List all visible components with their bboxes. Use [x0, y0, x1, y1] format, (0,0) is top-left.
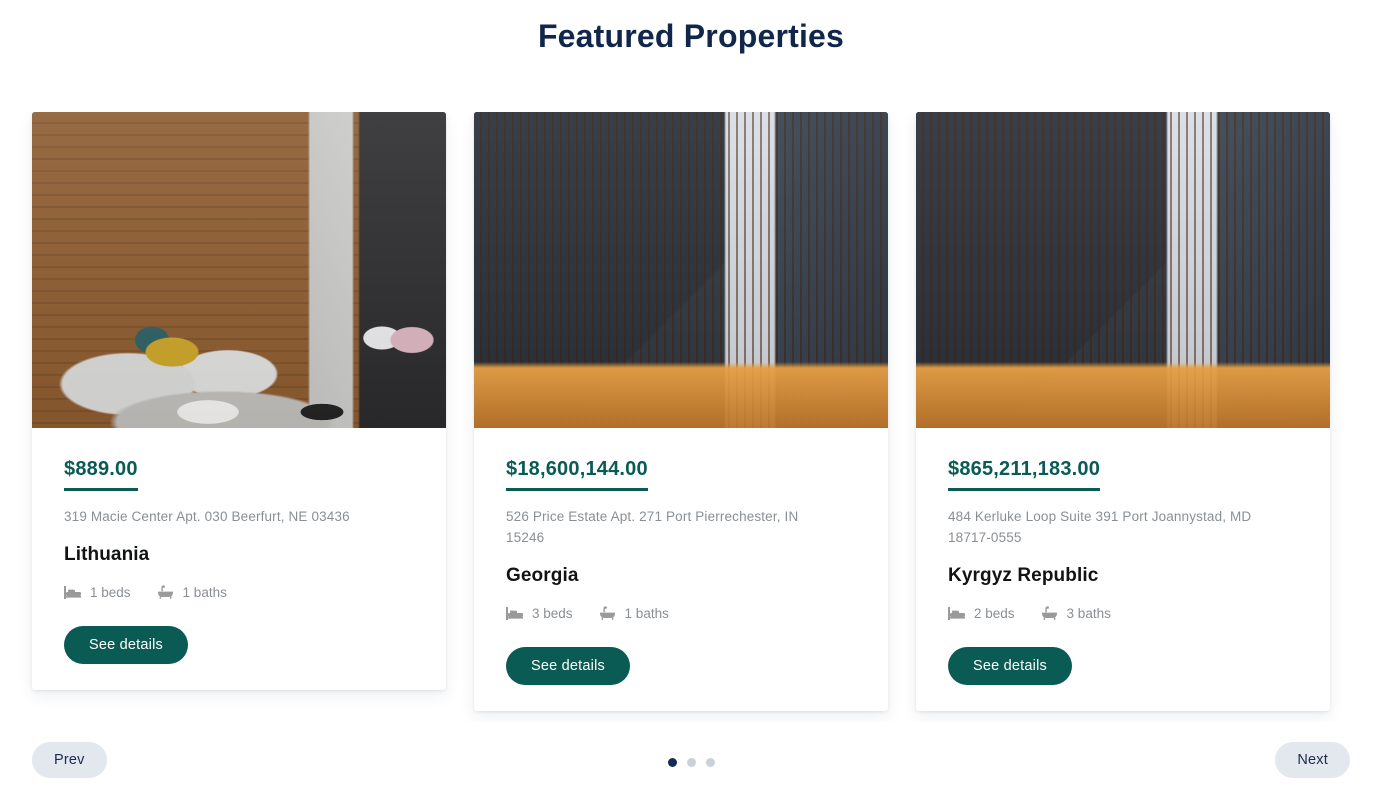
property-carousel: $889.00 319 Macie Center Apt. 030 Beerfu… [0, 112, 1382, 722]
property-address: 484 Kerluke Loop Suite 391 Port Joannyst… [948, 509, 1252, 545]
property-image [916, 112, 1330, 428]
property-photo-facade [474, 112, 888, 428]
carousel-dot-3[interactable] [705, 758, 715, 767]
baths-spec: 3 baths [1041, 606, 1111, 621]
beds-spec: 3 beds [506, 606, 573, 621]
bath-icon [599, 606, 616, 621]
property-card[interactable]: $865,211,183.00 484 Kerluke Loop Suite 3… [916, 112, 1330, 711]
beds-label: 1 beds [90, 584, 131, 600]
property-image [32, 112, 446, 428]
property-specs: 3 beds 1 baths [506, 606, 856, 621]
baths-spec: 1 baths [599, 606, 669, 621]
property-photo-interior [32, 112, 446, 428]
property-price: $889.00 [64, 458, 138, 491]
page-title: Featured Properties [537, 18, 845, 54]
beds-spec: 1 beds [64, 585, 131, 600]
property-specs: 2 beds 3 baths [948, 606, 1298, 621]
bed-icon [64, 585, 81, 599]
see-details-button[interactable]: See details [506, 646, 630, 685]
property-address: 526 Price Estate Apt. 271 Port Pierreche… [506, 509, 799, 545]
baths-spec: 1 baths [157, 585, 227, 600]
see-details-button[interactable]: See details [948, 646, 1072, 685]
baths-label: 1 baths [182, 584, 227, 600]
see-details-button[interactable]: See details [64, 625, 188, 664]
bed-icon [948, 606, 965, 620]
featured-properties-section: Featured Properties $889.00 319 Macie Ce… [0, 0, 1382, 794]
bath-icon [157, 585, 174, 600]
carousel-dot-2[interactable] [686, 758, 696, 767]
beds-spec: 2 beds [948, 606, 1015, 621]
property-card[interactable]: $18,600,144.00 526 Price Estate Apt. 271… [474, 112, 888, 711]
property-price: $865,211,183.00 [948, 458, 1101, 491]
property-card-body: $889.00 319 Macie Center Apt. 030 Beerfu… [32, 428, 446, 664]
property-photo-facade [916, 112, 1330, 428]
property-price: $18,600,144.00 [506, 458, 648, 491]
property-card[interactable]: $889.00 319 Macie Center Apt. 030 Beerfu… [32, 112, 446, 690]
property-address: 319 Macie Center Apt. 030 Beerfurt, NE 0… [64, 509, 350, 524]
beds-label: 2 beds [974, 605, 1015, 621]
property-title: Georgia [506, 564, 579, 586]
beds-label: 3 beds [532, 605, 573, 621]
baths-label: 1 baths [624, 605, 669, 621]
property-card-body: $18,600,144.00 526 Price Estate Apt. 271… [474, 428, 888, 685]
bath-icon [1041, 606, 1058, 621]
property-title: Lithuania [64, 543, 150, 565]
carousel-pagination [0, 758, 1382, 767]
baths-label: 3 baths [1066, 605, 1111, 621]
bed-icon [506, 606, 523, 620]
property-image [474, 112, 888, 428]
carousel-track[interactable]: $889.00 319 Macie Center Apt. 030 Beerfu… [32, 112, 1330, 711]
carousel-dot-1[interactable] [667, 758, 677, 767]
property-specs: 1 beds 1 baths [64, 585, 414, 600]
property-title: Kyrgyz Republic [948, 564, 1099, 586]
property-card-body: $865,211,183.00 484 Kerluke Loop Suite 3… [916, 428, 1330, 685]
